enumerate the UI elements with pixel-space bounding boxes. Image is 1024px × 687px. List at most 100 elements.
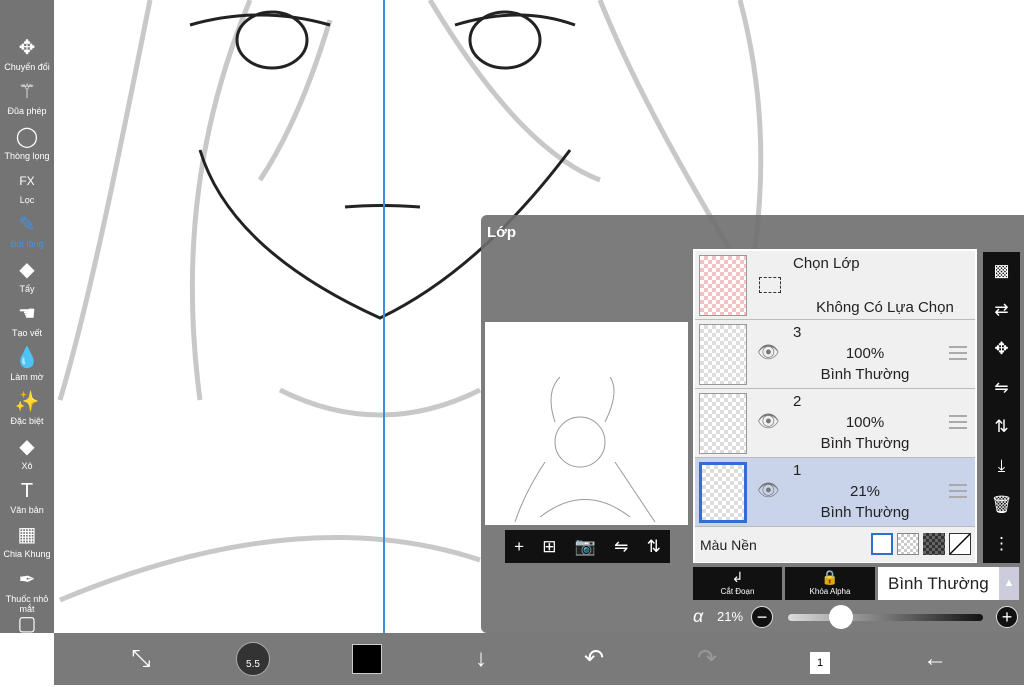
flip-layer-horizontal-icon[interactable]: ⇋ [994, 378, 1008, 398]
special-icon: ✨ [14, 391, 40, 414]
layer-thumbnail [699, 462, 747, 523]
transform-icon[interactable]: ⤡ [124, 643, 158, 675]
selection-thumbnail [699, 255, 747, 316]
camera-icon[interactable]: 📷 [575, 537, 596, 557]
flip-vertical-icon[interactable]: ⇅ [647, 537, 661, 557]
layer-list: Chọn Lớp Không Có Lựa Chọn 👁 3 100% Bình… [693, 249, 977, 563]
tool-special[interactable]: ✨ Đặc biệt [0, 388, 54, 432]
layers-button[interactable]: 1 [803, 643, 837, 675]
opacity-decrease-button[interactable]: − [751, 606, 773, 628]
opacity-row: α 21% − + [693, 603, 1023, 631]
tool-label: Chia Khung [3, 549, 51, 560]
layer-tools-column: ▩ ⇄ ✥ ⇋ ⇅ ⤓ 🗑 ⋮ [983, 252, 1020, 563]
tool-smudge[interactable]: ☚ Tạo vết [0, 300, 54, 344]
brush-icon: ✎ [18, 214, 36, 237]
clip-arrow-icon: ↲ [731, 569, 744, 585]
tool-label: Bút lông [10, 239, 44, 250]
add-layer-icon[interactable]: + [514, 537, 524, 557]
bottom-bar: ⤡ 5.5 ↓ ↶ ↷ 1 ← [54, 633, 1024, 685]
alpha-lock-button[interactable]: 🔒 Khóa Alpha [785, 567, 875, 600]
redo-icon[interactable]: ↷ [690, 643, 724, 675]
more-icon[interactable]: ⋮ [993, 534, 1010, 554]
tool-label: Đặc biệt [10, 416, 44, 427]
move-icon: ✥ [18, 37, 36, 59]
layer-name: 1 [793, 462, 802, 479]
tool-bucket[interactable]: ◆ Xô [0, 433, 54, 477]
eraser-icon: ◆ [19, 258, 35, 281]
opacity-value: 21% [717, 609, 744, 624]
add-special-layer-icon[interactable]: ⊞ [542, 537, 556, 557]
tool-frame-divider[interactable]: ▦ Chia Khung [0, 521, 54, 565]
magic-wand-icon: ⚚ [18, 81, 36, 104]
clip-label: Cắt Đoạn [720, 587, 755, 596]
tool-move[interactable]: ✥ Chuyển đổi [0, 34, 54, 78]
symmetry-ruler[interactable] [383, 0, 385, 685]
fx-icon: FX [19, 173, 35, 188]
flip-horizontal-icon[interactable]: ⇋ [614, 537, 628, 557]
bg-transparent-swatch[interactable] [897, 533, 919, 555]
layer-opacity: 100% [845, 345, 885, 362]
canvas-icon: ▢ [17, 612, 37, 635]
move-layer-icon[interactable]: ✥ [994, 339, 1008, 359]
tool-lasso[interactable]: ◯ Thòng lọng [0, 123, 54, 167]
layer-blend-mode: Bình Thường [820, 366, 910, 383]
tool-eraser[interactable]: ◆ Tẩy [0, 256, 54, 300]
brush-size-button[interactable]: 5.5 [236, 642, 270, 676]
tool-brush[interactable]: ✎ Bút lông [0, 211, 54, 255]
layer-opacity: 100% [845, 414, 885, 431]
text-icon: T [20, 480, 34, 502]
tool-text[interactable]: T Văn bản [0, 477, 54, 521]
trash-icon[interactable]: 🗑 [991, 495, 1013, 515]
layer-blend-mode: Bình Thường [820, 435, 910, 452]
tool-blur[interactable]: 💧 Làm mờ [0, 344, 54, 388]
eye-icon[interactable]: 👁 [757, 411, 780, 432]
alpha-symbol: α [693, 606, 704, 626]
tool-fx[interactable]: FX Lọc [0, 167, 54, 211]
layer-panel: Lớp + ⊞ 📷 ⇋ ⇅ Chọn Lớp Không Có Lựa Chọn… [481, 215, 1024, 633]
color-button[interactable] [352, 644, 382, 674]
merge-down-icon[interactable]: ⤓ [998, 456, 1006, 476]
tool-eyedropper[interactable]: ✒ Thuốc nhỏ mắt [0, 566, 54, 614]
layer-blend-mode: Bình Thường [820, 504, 910, 521]
selection-layer-row[interactable]: Chọn Lớp Không Có Lựa Chọn [695, 251, 975, 320]
tool-magic-wand[interactable]: ⚚ Đũa phép [0, 78, 54, 122]
tool-label: Thòng lọng [4, 150, 50, 161]
checker-icon[interactable]: ▩ [993, 261, 1009, 281]
opacity-increase-button[interactable]: + [996, 606, 1018, 628]
flip-layer-vertical-icon[interactable]: ⇅ [994, 417, 1008, 437]
bg-none-swatch[interactable] [949, 533, 971, 555]
opacity-slider-knob[interactable] [828, 605, 853, 629]
layer-count: 1 [810, 652, 830, 674]
tool-label: Xô [21, 460, 33, 471]
eye-icon[interactable]: 👁 [757, 342, 780, 363]
canvas-preview [485, 322, 688, 525]
clip-button[interactable]: ↲ Cắt Đoạn [693, 567, 782, 600]
layer-row[interactable]: 👁 2 100% Bình Thường [695, 389, 975, 458]
layer-thumbnail [699, 393, 747, 454]
bg-white-swatch[interactable] [871, 533, 893, 555]
back-icon[interactable]: ← [918, 643, 952, 675]
down-arrow-icon[interactable]: ↓ [464, 643, 498, 675]
drag-handle-icon[interactable] [949, 415, 967, 429]
tool-label: Văn bản [10, 505, 44, 515]
tool-canvas[interactable]: ▢ Tấm vải [0, 610, 54, 654]
panel-title: Lớp [487, 224, 516, 241]
drag-handle-icon[interactable] [949, 346, 967, 360]
eye-icon[interactable]: 👁 [757, 480, 780, 501]
tool-label: Tấm vải [10, 637, 43, 648]
selection-subtitle: Không Có Lựa Chọn [816, 299, 954, 316]
tool-label: Tẩy [19, 283, 35, 294]
drag-handle-icon[interactable] [949, 484, 967, 498]
blend-mode-select[interactable]: Bình Thường [878, 567, 999, 600]
layer-row-selected[interactable]: 👁 1 21% Bình Thường [695, 458, 975, 527]
layer-opacity: 21% [849, 483, 881, 500]
layer-row[interactable]: 👁 3 100% Bình Thường [695, 320, 975, 389]
layer-name: 2 [793, 393, 802, 410]
alpha-lock-label: Khóa Alpha [809, 587, 851, 596]
bg-dark-swatch[interactable] [923, 533, 945, 555]
blend-mode-arrow-icon[interactable]: ▲ [999, 567, 1019, 600]
undo-icon[interactable]: ↶ [577, 643, 611, 675]
swap-icon[interactable]: ⇄ [994, 300, 1008, 320]
opacity-slider[interactable] [788, 614, 983, 621]
tool-label: Lọc [19, 194, 35, 205]
